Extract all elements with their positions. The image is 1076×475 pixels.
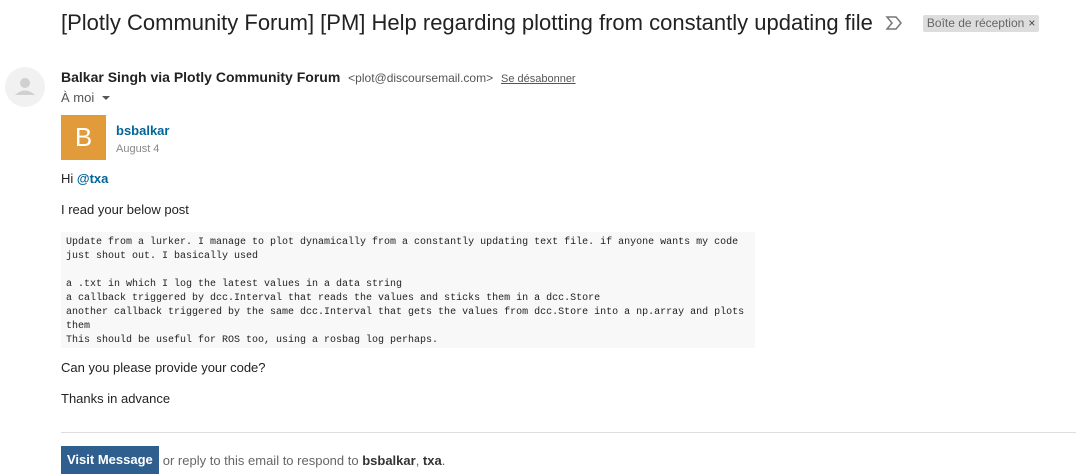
- chevron-down-icon: [102, 95, 111, 100]
- importance-marker-icon[interactable]: [885, 16, 903, 30]
- footer-username-2: txa: [422, 452, 442, 468]
- unsubscribe-link[interactable]: Se désabonner: [501, 73, 576, 85]
- body-paragraph-2: Can you please provide your code?: [61, 360, 266, 375]
- sender-name: Balkar Singh via Plotly Community Forum: [61, 69, 341, 85]
- footer-text-prefix: or reply to this email to respond to: [162, 452, 363, 468]
- sender-avatar: [5, 67, 45, 107]
- post-author-username[interactable]: bsbalkar: [116, 123, 169, 138]
- footer-row: Visit Message or reply to this email to …: [61, 446, 445, 474]
- email-subject: [Plotly Community Forum] [PM] Help regar…: [61, 10, 873, 35]
- body-paragraph-3: Thanks in advance: [61, 391, 171, 406]
- post-date: August 4: [116, 143, 160, 155]
- post-author-avatar[interactable]: B: [61, 115, 106, 160]
- recipient-dropdown[interactable]: À moi: [61, 90, 111, 105]
- inbox-label-text: Boîte de réception: [926, 15, 1025, 30]
- footer-username-1: bsbalkar: [362, 452, 416, 468]
- footer-end: .: [441, 452, 446, 468]
- footer-text: or reply to this email to respond to bsb…: [163, 453, 446, 468]
- default-person-icon: [15, 78, 35, 95]
- footer-divider: [61, 432, 1076, 433]
- recipient-label: À moi: [61, 90, 95, 105]
- quoted-code-block: Update from a lurker. I manage to plot d…: [61, 232, 755, 348]
- inbox-label-chip: Boîte de réception ×: [922, 14, 1040, 32]
- footer-separator: ,: [415, 452, 423, 468]
- post-author-block: B bsbalkar August 4: [61, 115, 169, 160]
- sender-email: <plot@discoursemail.com>: [348, 71, 494, 85]
- remove-label-icon[interactable]: ×: [1028, 16, 1035, 30]
- greeting-line: Hi @txa: [61, 171, 108, 186]
- user-mention-link[interactable]: @txa: [77, 171, 108, 186]
- sender-row: Balkar Singh via Plotly Community Forum …: [61, 69, 576, 85]
- greeting-text: Hi: [61, 171, 77, 186]
- visit-message-button[interactable]: Visit Message: [61, 446, 159, 474]
- email-subject-row: [Plotly Community Forum] [PM] Help regar…: [61, 10, 1040, 36]
- body-paragraph-1: I read your below post: [61, 202, 189, 217]
